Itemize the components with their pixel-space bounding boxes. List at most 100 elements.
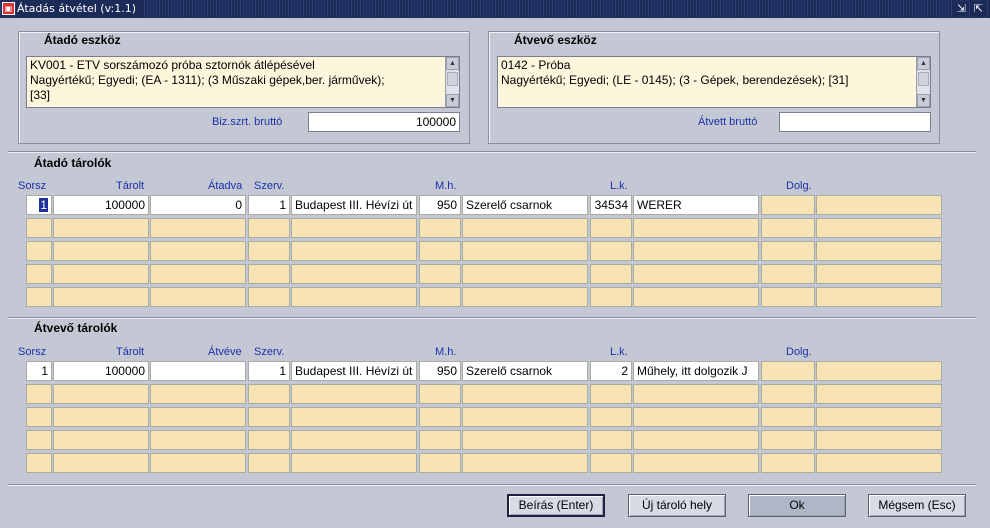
- mennyiseg-cell[interactable]: [150, 453, 246, 473]
- mennyiseg-cell[interactable]: [150, 241, 246, 261]
- maximize-icon[interactable]: ⇱: [971, 1, 986, 16]
- lk-cell[interactable]: [590, 453, 632, 473]
- dolg-nev-cell[interactable]: [816, 384, 942, 404]
- dolg-nev-cell[interactable]: [816, 218, 942, 238]
- mh-nev-cell[interactable]: Szerelő csarnok: [462, 361, 588, 381]
- dolg-nev-cell[interactable]: [816, 287, 942, 307]
- dolg-cell[interactable]: [761, 361, 815, 381]
- lk-cell[interactable]: [590, 384, 632, 404]
- tarolt-cell[interactable]: [53, 453, 149, 473]
- megsem-button[interactable]: Mégsem (Esc): [868, 494, 966, 517]
- szerv-nev-cell[interactable]: Budapest III. Hévízi út: [291, 361, 417, 381]
- szerv-cell[interactable]: 1: [248, 195, 290, 215]
- dolg-nev-cell[interactable]: [816, 361, 942, 381]
- mh-cell[interactable]: 950: [419, 195, 461, 215]
- mh-cell[interactable]: [419, 407, 461, 427]
- tarolt-cell[interactable]: [53, 218, 149, 238]
- lk-cell[interactable]: [590, 407, 632, 427]
- dolg-nev-cell[interactable]: [816, 453, 942, 473]
- mh-nev-cell[interactable]: [462, 384, 588, 404]
- lk-cell[interactable]: [590, 287, 632, 307]
- szerv-cell[interactable]: [248, 453, 290, 473]
- sorsz-cell[interactable]: 1: [26, 361, 52, 381]
- dolg-cell[interactable]: [761, 241, 815, 261]
- lk-nev-cell[interactable]: [633, 384, 759, 404]
- mennyiseg-cell[interactable]: [150, 384, 246, 404]
- scroll-up-icon[interactable]: ▲: [446, 57, 459, 70]
- szerv-cell[interactable]: [248, 218, 290, 238]
- dolg-nev-cell[interactable]: [816, 407, 942, 427]
- restore-icon[interactable]: ⇲: [954, 1, 969, 16]
- mh-cell[interactable]: [419, 218, 461, 238]
- sorsz-cell[interactable]: 1: [26, 195, 52, 215]
- tarolt-cell[interactable]: [53, 430, 149, 450]
- mh-cell[interactable]: [419, 384, 461, 404]
- tarolt-cell[interactable]: [53, 241, 149, 261]
- tarolt-cell[interactable]: 100000: [53, 361, 149, 381]
- mennyiseg-cell[interactable]: [150, 407, 246, 427]
- lk-cell[interactable]: 34534: [590, 195, 632, 215]
- ok-button[interactable]: Ok: [748, 494, 846, 517]
- dolg-cell[interactable]: [761, 407, 815, 427]
- scroll-thumb[interactable]: [447, 72, 458, 86]
- mh-nev-cell[interactable]: [462, 218, 588, 238]
- mh-nev-cell[interactable]: [462, 241, 588, 261]
- tarolt-cell[interactable]: [53, 384, 149, 404]
- szerv-cell[interactable]: [248, 287, 290, 307]
- lk-cell[interactable]: [590, 430, 632, 450]
- dolg-nev-cell[interactable]: [816, 264, 942, 284]
- mennyiseg-cell[interactable]: [150, 218, 246, 238]
- biz-szrt-brutto-field[interactable]: 100000: [308, 112, 460, 132]
- lk-nev-cell[interactable]: [633, 407, 759, 427]
- szerv-cell[interactable]: [248, 430, 290, 450]
- atado-eszkoz-scrollbar[interactable]: ▲ ▼: [445, 57, 459, 107]
- szerv-cell[interactable]: [248, 264, 290, 284]
- mh-cell[interactable]: [419, 241, 461, 261]
- dolg-cell[interactable]: [761, 195, 815, 215]
- lk-cell[interactable]: [590, 218, 632, 238]
- dolg-cell[interactable]: [761, 287, 815, 307]
- sorsz-cell[interactable]: [26, 287, 52, 307]
- atvett-brutto-field[interactable]: [779, 112, 931, 132]
- mennyiseg-cell[interactable]: [150, 287, 246, 307]
- szerv-nev-cell[interactable]: [291, 264, 417, 284]
- mennyiseg-cell[interactable]: [150, 361, 246, 381]
- dolg-cell[interactable]: [761, 264, 815, 284]
- sorsz-cell[interactable]: [26, 384, 52, 404]
- szerv-nev-cell[interactable]: [291, 218, 417, 238]
- lk-cell[interactable]: [590, 241, 632, 261]
- sorsz-cell[interactable]: [26, 218, 52, 238]
- szerv-cell[interactable]: [248, 241, 290, 261]
- sorsz-cell[interactable]: [26, 430, 52, 450]
- dolg-cell[interactable]: [761, 430, 815, 450]
- lk-nev-cell[interactable]: Műhely, itt dolgozik J: [633, 361, 759, 381]
- szerv-nev-cell[interactable]: [291, 430, 417, 450]
- dolg-cell[interactable]: [761, 218, 815, 238]
- mh-nev-cell[interactable]: [462, 287, 588, 307]
- lk-cell[interactable]: [590, 264, 632, 284]
- mh-cell[interactable]: [419, 430, 461, 450]
- lk-nev-cell[interactable]: [633, 287, 759, 307]
- sorsz-cell[interactable]: [26, 453, 52, 473]
- szerv-nev-cell[interactable]: [291, 384, 417, 404]
- atvevo-eszkoz-scrollbar[interactable]: ▲ ▼: [916, 57, 930, 107]
- tarolt-cell[interactable]: [53, 287, 149, 307]
- szerv-cell[interactable]: [248, 407, 290, 427]
- szerv-nev-cell[interactable]: Budapest III. Hévízi út: [291, 195, 417, 215]
- mh-nev-cell[interactable]: [462, 407, 588, 427]
- lk-nev-cell[interactable]: [633, 430, 759, 450]
- szerv-cell[interactable]: 1: [248, 361, 290, 381]
- scroll-up-icon[interactable]: ▲: [917, 57, 930, 70]
- scroll-down-icon[interactable]: ▼: [446, 94, 459, 107]
- lk-nev-cell[interactable]: [633, 241, 759, 261]
- mennyiseg-cell[interactable]: [150, 264, 246, 284]
- lk-nev-cell[interactable]: [633, 218, 759, 238]
- mh-cell[interactable]: 950: [419, 361, 461, 381]
- sorsz-cell[interactable]: [26, 407, 52, 427]
- beiras-button[interactable]: Beírás (Enter): [507, 494, 605, 517]
- mh-nev-cell[interactable]: [462, 430, 588, 450]
- mh-cell[interactable]: [419, 453, 461, 473]
- sorsz-cell[interactable]: [26, 264, 52, 284]
- tarolt-cell[interactable]: [53, 264, 149, 284]
- szerv-cell[interactable]: [248, 384, 290, 404]
